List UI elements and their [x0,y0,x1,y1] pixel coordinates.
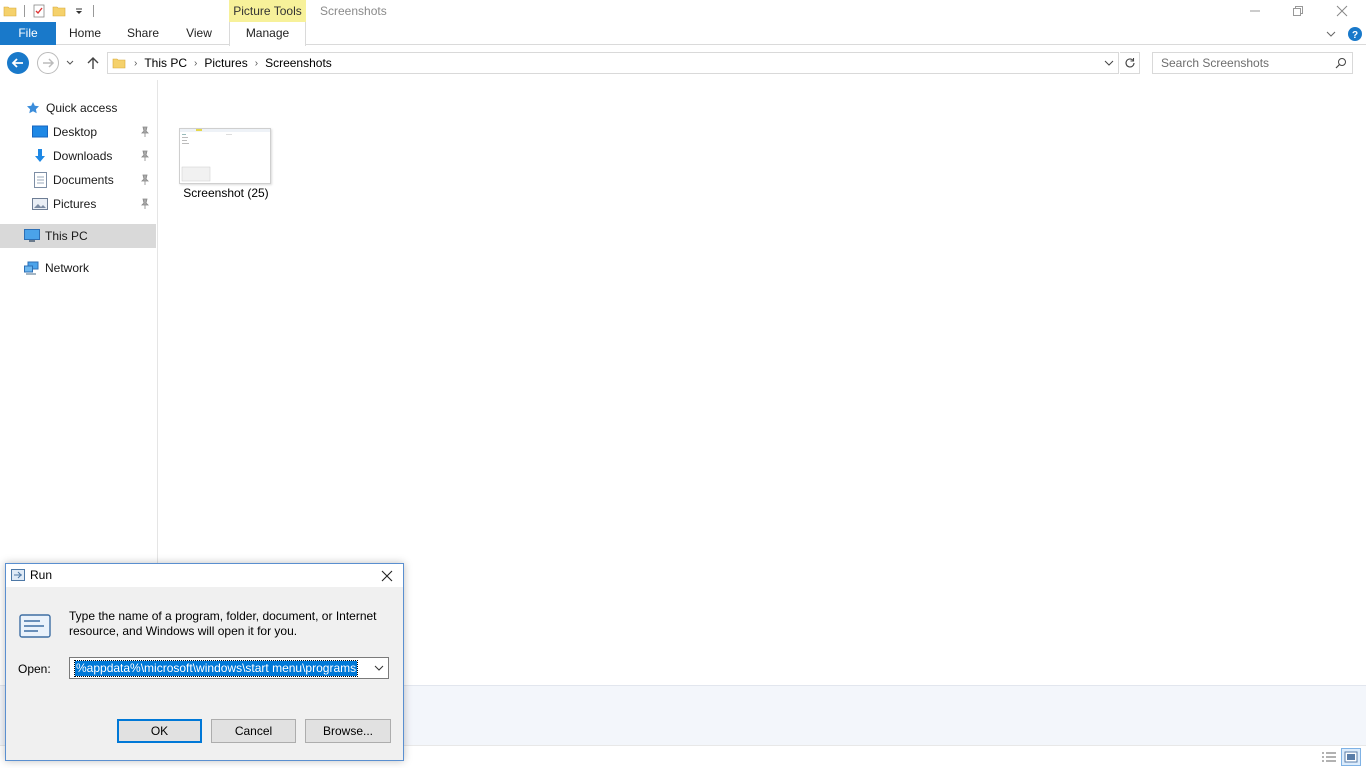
tab-view[interactable]: View [178,22,220,45]
minimize-button[interactable] [1233,0,1277,22]
expand-ribbon-icon[interactable] [1325,25,1337,43]
computer-icon [24,228,40,244]
sidebar-item-label: Network [45,261,90,275]
open-input-value[interactable]: %appdata%\microsoft\windows\start menu\p… [73,660,359,677]
close-window-button[interactable] [1320,0,1364,22]
run-dialog: Run Type the name of a program, folder, … [5,563,404,761]
tab-manage[interactable]: Manage [229,22,306,46]
back-button[interactable] [6,51,30,75]
title-bar: Picture Tools Screenshots [0,0,1366,22]
window-title: Screenshots [320,4,387,18]
search-icon[interactable] [1335,57,1347,72]
sidebar-item-pictures[interactable]: Pictures [32,192,156,216]
new-folder-icon[interactable] [51,3,67,19]
sidebar-item-label: Quick access [46,101,118,115]
sidebar-item-documents[interactable]: Documents [32,168,156,192]
pictures-icon [32,196,48,212]
star-icon [25,100,41,116]
picture-tools-context-tab: Picture Tools [229,0,306,22]
file-thumbnail[interactable] [179,128,271,184]
tab-share[interactable]: Share [121,22,165,45]
file-name[interactable]: Screenshot (25) [170,186,282,200]
chevron-right-icon[interactable]: › [194,58,197,69]
sidebar-item-label: Pictures [53,197,97,211]
help-icon[interactable]: ? [1347,25,1363,43]
refresh-button[interactable] [1120,52,1140,74]
forward-button[interactable] [36,51,60,75]
properties-icon[interactable] [31,3,47,19]
folder-icon [112,55,128,71]
ribbon-tabs: File Home Share View Manage ? [0,22,1366,46]
run-dialog-title: Run [30,568,53,582]
recent-locations-icon[interactable] [62,51,78,75]
run-dialog-body: Type the name of a program, folder, docu… [6,587,403,705]
sidebar-item-label: Documents [53,173,114,187]
tab-file[interactable]: File [0,22,56,45]
pin-icon[interactable] [140,174,150,186]
qat-divider-2 [93,5,94,17]
screenshot-thumbnail-image [180,129,270,183]
download-arrow-icon [32,148,48,164]
breadcrumb-screenshots[interactable]: Screenshots [265,56,332,70]
desktop-icon [32,124,48,140]
details-view-icon[interactable] [1319,748,1339,766]
browse-button[interactable]: Browse... [305,719,391,743]
up-button[interactable] [81,51,105,75]
sidebar-item-desktop[interactable]: Desktop [32,120,156,144]
sidebar-item-label: Desktop [53,125,98,139]
folder-icon [2,3,18,19]
breadcrumb: › This PC › Pictures › Screenshots [108,53,332,73]
large-icons-view-icon[interactable] [1341,748,1361,766]
chevron-right-icon[interactable]: › [134,58,137,69]
run-description: Type the name of a program, folder, docu… [69,609,377,638]
address-bar[interactable]: › This PC › Pictures › Screenshots [107,52,1119,74]
sidebar-item-label: Downloads [53,149,113,163]
run-app-icon [11,569,25,584]
cancel-button[interactable]: Cancel [211,719,296,743]
svg-text:?: ? [1352,30,1358,41]
search-input[interactable] [1153,53,1329,73]
run-dialog-footer: OK Cancel Browse... [6,705,403,760]
search-box[interactable] [1152,52,1353,74]
quick-access-toolbar [2,2,100,20]
chevron-down-icon[interactable] [372,660,386,676]
sidebar-item-downloads[interactable]: Downloads [32,144,156,168]
customize-qat-icon[interactable] [71,3,87,19]
sidebar-item-network[interactable]: Network [24,256,154,280]
run-title-bar: Run [6,564,403,587]
breadcrumb-pictures[interactable]: Pictures [204,56,247,70]
sidebar-item-label: This PC [45,229,88,243]
chevron-right-icon[interactable]: › [255,58,258,69]
run-large-icon [18,613,52,642]
pin-icon[interactable] [140,150,150,162]
address-dropdown-icon[interactable] [1104,57,1114,71]
restore-button[interactable] [1276,0,1320,22]
document-icon [32,172,48,188]
pin-icon[interactable] [140,126,150,138]
open-combobox[interactable]: %appdata%\microsoft\windows\start menu\p… [69,657,389,679]
network-icon [24,260,40,276]
sidebar-item-quick-access[interactable]: Quick access [25,96,155,120]
pin-icon[interactable] [140,198,150,210]
close-dialog-button[interactable] [371,564,403,587]
tab-home[interactable]: Home [62,22,108,45]
breadcrumb-this-pc[interactable]: This PC [144,56,187,70]
ok-button[interactable]: OK [117,719,202,743]
qat-divider [24,5,25,17]
sidebar-item-this-pc[interactable]: This PC [0,224,156,248]
open-label: Open: [18,662,51,676]
